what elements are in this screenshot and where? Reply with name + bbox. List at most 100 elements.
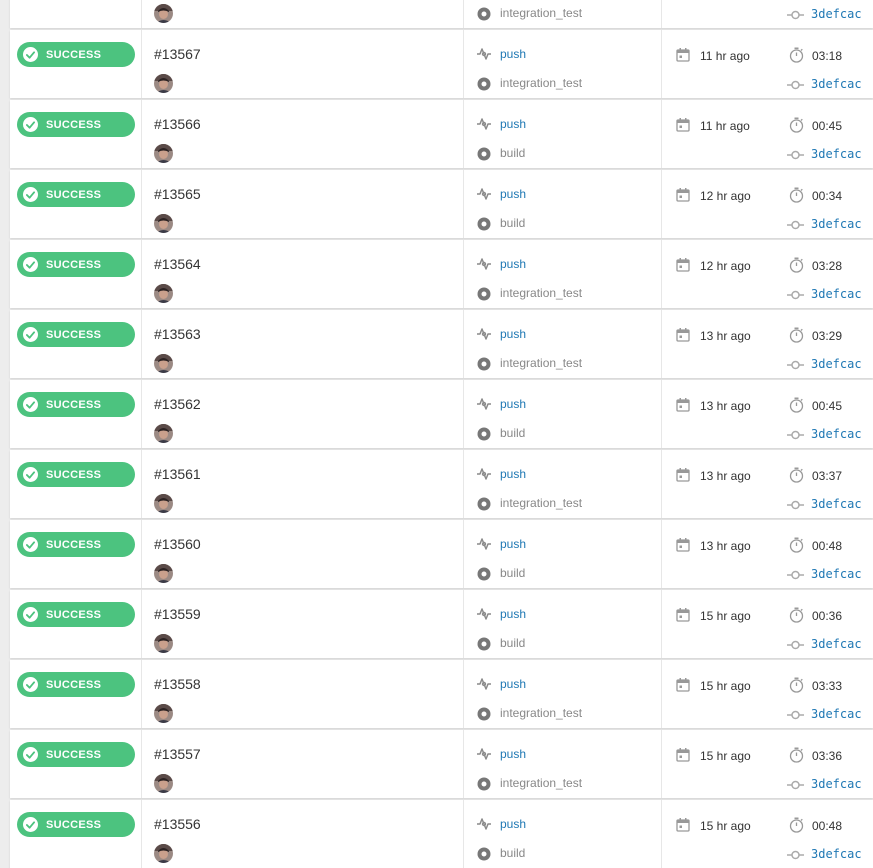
trigger-link[interactable]: push xyxy=(500,187,526,201)
column-divider xyxy=(141,730,142,798)
commit-sha-link[interactable]: 3defcac xyxy=(811,217,862,231)
pipeline-id-link[interactable]: #13561 xyxy=(154,466,201,482)
pipeline-row: SUCCESS #13558 push integration_test 15 … xyxy=(10,660,873,728)
trigger-link[interactable]: push xyxy=(500,537,526,551)
status-badge[interactable]: SUCCESS xyxy=(17,42,135,67)
calendar-icon xyxy=(676,118,690,132)
stage-dot-icon xyxy=(477,287,491,301)
trigger-link[interactable]: push xyxy=(500,747,526,761)
pipeline-id-link[interactable]: #13557 xyxy=(154,746,201,762)
check-circle-icon xyxy=(23,747,38,762)
column-divider xyxy=(661,240,662,308)
pipeline-id-link[interactable]: #13563 xyxy=(154,326,201,342)
pipeline-id-link[interactable]: #13566 xyxy=(154,116,201,132)
user-avatar[interactable] xyxy=(154,354,173,373)
commit-sha-link[interactable]: 3defcac xyxy=(811,637,862,651)
status-badge[interactable]: SUCCESS xyxy=(17,112,135,137)
status-badge[interactable]: SUCCESS xyxy=(17,742,135,767)
trigger-link[interactable]: push xyxy=(500,117,526,131)
user-avatar[interactable] xyxy=(154,284,173,303)
check-circle-icon xyxy=(23,537,38,552)
status-badge[interactable]: SUCCESS xyxy=(17,182,135,207)
status-badge[interactable]: SUCCESS xyxy=(17,322,135,347)
column-divider xyxy=(463,0,464,28)
stage-label: integration_test xyxy=(500,286,583,300)
user-avatar[interactable] xyxy=(154,74,173,93)
commit-sha-link[interactable]: 3defcac xyxy=(811,847,862,861)
status-badge[interactable]: SUCCESS xyxy=(17,392,135,417)
commit-sha-link[interactable]: 3defcac xyxy=(811,147,862,161)
stage-label: integration_test xyxy=(500,496,583,510)
pipeline-row: SUCCESS #13557 push integration_test 15 … xyxy=(10,730,873,798)
pipeline-id-link[interactable]: #13556 xyxy=(154,816,201,832)
trigger-link[interactable]: push xyxy=(500,47,526,61)
check-circle-icon xyxy=(23,47,38,62)
status-label: SUCCESS xyxy=(46,188,102,201)
stage-label: build xyxy=(500,846,526,860)
calendar-icon xyxy=(676,48,690,62)
column-divider xyxy=(463,800,464,868)
trigger-link[interactable]: push xyxy=(500,467,526,481)
commit-sha-link[interactable]: 3defcac xyxy=(811,567,862,581)
trigger-link[interactable]: push xyxy=(500,257,526,271)
status-badge[interactable]: SUCCESS xyxy=(17,532,135,557)
user-avatar[interactable] xyxy=(154,634,173,653)
commit-sha-link[interactable]: 3defcac xyxy=(811,427,862,441)
commit-sha-link[interactable]: 3defcac xyxy=(811,7,862,21)
user-avatar[interactable] xyxy=(154,214,173,233)
commit-sha-link[interactable]: 3defcac xyxy=(811,77,862,91)
trigger-link[interactable]: push xyxy=(500,817,526,831)
pipeline-id-link[interactable]: #13567 xyxy=(154,46,201,62)
duration: 00:45 xyxy=(812,119,843,133)
stopwatch-icon xyxy=(789,187,804,203)
trigger-link[interactable]: push xyxy=(500,397,526,411)
column-divider xyxy=(141,800,142,868)
user-avatar[interactable] xyxy=(154,144,173,163)
stopwatch-icon xyxy=(789,47,804,63)
status-label: SUCCESS xyxy=(46,328,102,341)
commit-sha-link[interactable]: 3defcac xyxy=(811,497,862,511)
pipeline-id-link[interactable]: #13565 xyxy=(154,186,201,202)
status-badge[interactable]: SUCCESS xyxy=(17,812,135,837)
pipeline-id-link[interactable]: #13558 xyxy=(154,676,201,692)
column-divider xyxy=(141,660,142,728)
commit-sha-link[interactable]: 3defcac xyxy=(811,357,862,371)
stage-label: build xyxy=(500,636,526,650)
trigger-link[interactable]: push xyxy=(500,677,526,691)
commit-sha-link[interactable]: 3defcac xyxy=(811,707,862,721)
user-avatar[interactable] xyxy=(154,844,173,863)
pipeline-row: SUCCESS #13556 push build 15 hr ago 00:4… xyxy=(10,800,873,868)
user-avatar[interactable] xyxy=(154,424,173,443)
trigger-link[interactable]: push xyxy=(500,327,526,341)
column-divider xyxy=(141,100,142,168)
status-badge[interactable]: SUCCESS xyxy=(17,252,135,277)
trigger-link[interactable]: push xyxy=(500,607,526,621)
pipeline-id-link[interactable]: #13560 xyxy=(154,536,201,552)
created-time: 13 hr ago xyxy=(700,539,751,553)
duration: 03:36 xyxy=(812,749,843,763)
pipeline-id-link[interactable]: #13559 xyxy=(154,606,201,622)
duration: 03:33 xyxy=(812,679,843,693)
user-avatar[interactable] xyxy=(154,564,173,583)
commit-icon xyxy=(787,10,804,20)
calendar-icon xyxy=(676,468,690,482)
user-avatar[interactable] xyxy=(154,774,173,793)
user-avatar[interactable] xyxy=(154,494,173,513)
stage-label: build xyxy=(500,146,526,160)
status-badge[interactable]: SUCCESS xyxy=(17,672,135,697)
stage-dot-icon xyxy=(477,567,491,581)
status-badge[interactable]: SUCCESS xyxy=(17,602,135,627)
pipeline-id-link[interactable]: #13564 xyxy=(154,256,201,272)
stage-label: integration_test xyxy=(500,356,583,370)
duration: 00:48 xyxy=(812,819,843,833)
status-badge[interactable]: SUCCESS xyxy=(17,462,135,487)
user-avatar[interactable] xyxy=(154,704,173,723)
user-avatar[interactable] xyxy=(154,4,173,23)
commit-sha-link[interactable]: 3defcac xyxy=(811,287,862,301)
commit-sha-link[interactable]: 3defcac xyxy=(811,777,862,791)
column-divider xyxy=(463,100,464,168)
stopwatch-icon xyxy=(789,327,804,343)
column-divider xyxy=(661,170,662,238)
pipeline-id-link[interactable]: #13562 xyxy=(154,396,201,412)
commit-icon xyxy=(787,430,804,440)
